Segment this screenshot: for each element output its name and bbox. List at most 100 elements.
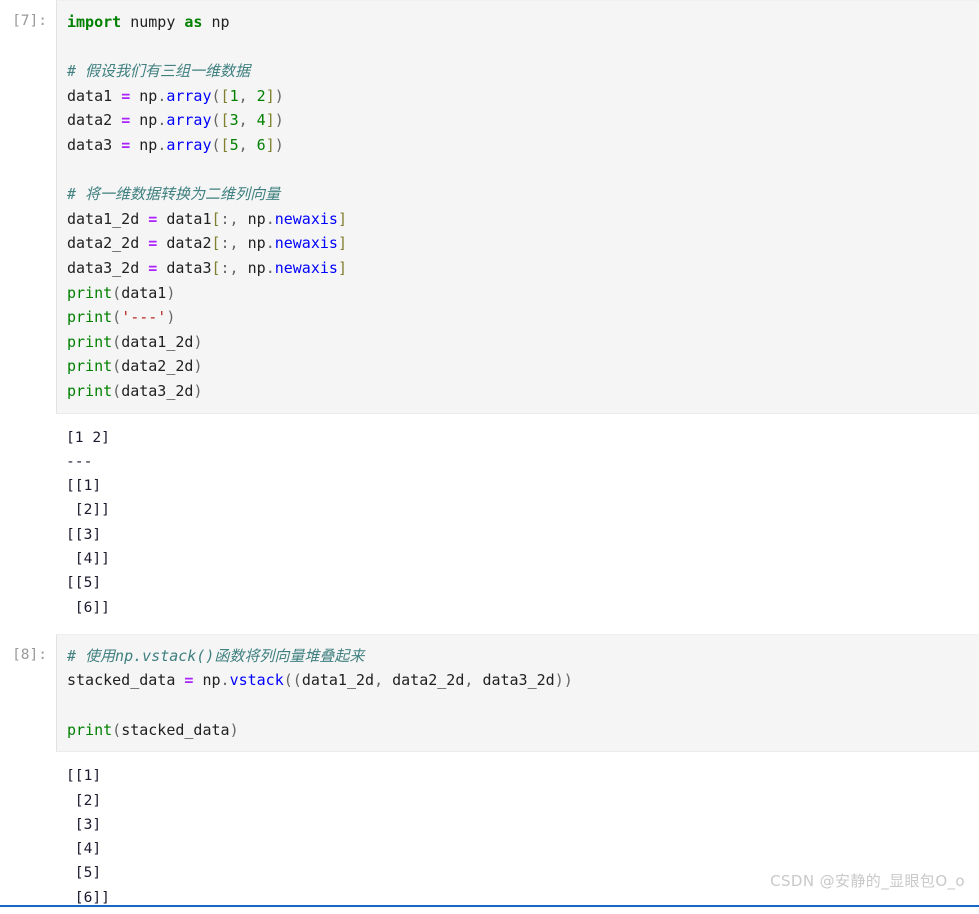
output-line: [[5] bbox=[66, 574, 102, 592]
code-line: import numpy as np bbox=[67, 10, 979, 35]
code-token-name: np bbox=[247, 258, 266, 277]
code-token-comment: # 使用np.vstack()函数将列向量堆叠起来 bbox=[67, 646, 365, 665]
output-line: [2] bbox=[66, 791, 102, 809]
code-editor[interactable]: import numpy as np # 假设我们有三组一维数据 data1 = … bbox=[56, 0, 979, 414]
code-token-func: vstack bbox=[229, 671, 284, 690]
code-token-name: np bbox=[247, 209, 266, 228]
output-line: [[1] bbox=[66, 477, 102, 495]
code-token-name: data1 bbox=[121, 283, 167, 302]
code-token-op: ( bbox=[112, 357, 122, 376]
code-token-brack: [ bbox=[220, 135, 230, 154]
code-token-name: data3_2d bbox=[121, 381, 194, 400]
code-token-op: ( bbox=[211, 111, 221, 130]
code-editor[interactable]: # 使用np.vstack()函数将列向量堆叠起来 stacked_data = … bbox=[56, 633, 979, 753]
code-token-op: ) bbox=[274, 135, 284, 154]
code-token-op: ) bbox=[193, 332, 203, 351]
code-token-op bbox=[202, 13, 211, 31]
code-token-op: . bbox=[157, 86, 167, 105]
code-token-assign: = bbox=[121, 135, 131, 154]
code-line: # 将一维数据转换为二维列向量 bbox=[67, 182, 979, 207]
code-token-name: data2_2d bbox=[121, 357, 194, 376]
output-line: [4]] bbox=[66, 549, 110, 567]
code-token-builtin: print bbox=[67, 381, 113, 400]
code-token-op: , bbox=[238, 86, 257, 105]
code-token-name: numpy bbox=[130, 13, 176, 31]
code-token-name: np bbox=[130, 135, 158, 154]
code-token-op: ( bbox=[112, 308, 122, 327]
output-line: [6]] bbox=[66, 598, 110, 616]
jupyter-notebook: [7]: import numpy as np # 假设我们有三组一维数据 data… bbox=[0, 0, 979, 914]
code-token-op: ) bbox=[166, 308, 176, 327]
execution-count-prompt: [7]: bbox=[12, 13, 47, 29]
code-line: data3 = np.array([5, 6]) bbox=[67, 133, 979, 158]
code-token-op: . bbox=[265, 234, 275, 253]
code-token-name: np bbox=[247, 234, 266, 253]
code-token-name: np bbox=[130, 111, 158, 130]
code-token-num: 2 bbox=[256, 86, 266, 105]
code-token-op: ( bbox=[112, 381, 122, 400]
code-token-name: data1_2d bbox=[301, 671, 375, 690]
stdout-output: [1 2] --- [[1] [2]] [[3] [4]] [[5] [6]] bbox=[56, 419, 979, 624]
notebook-cell-input[interactable]: [7]: import numpy as np # 假设我们有三组一维数据 data… bbox=[0, 0, 979, 414]
notebook-cell-input[interactable]: [8]: # 使用np.vstack()函数将列向量堆叠起来 stacked_dat… bbox=[0, 633, 979, 753]
code-line: print(data2_2d) bbox=[67, 354, 979, 379]
code-token-func: array bbox=[166, 111, 212, 130]
code-token-brack: [ bbox=[220, 111, 230, 130]
code-token-op: :, bbox=[220, 258, 248, 277]
code-token-name: data2 bbox=[67, 111, 122, 130]
code-token-op: . bbox=[220, 671, 230, 690]
code-token-brack: ] bbox=[265, 135, 275, 154]
code-token-func: array bbox=[166, 86, 212, 105]
code-token-op: ) bbox=[166, 283, 176, 302]
code-token-num: 3 bbox=[229, 111, 239, 130]
code-token-name: data2_2d bbox=[392, 671, 465, 690]
code-token-name: data3 bbox=[157, 258, 212, 277]
code-token-num: 4 bbox=[256, 111, 266, 130]
code-line: stacked_data = np.vstack((data1_2d, data… bbox=[67, 668, 979, 693]
code-token-func: newaxis bbox=[274, 258, 338, 277]
code-token-builtin: print bbox=[67, 332, 113, 351]
bottom-rule bbox=[0, 905, 979, 907]
code-token-name: data2_2d bbox=[67, 234, 149, 253]
code-line: data2 = np.array([3, 4]) bbox=[67, 108, 979, 133]
csdn-watermark: CSDN @安静的_显眼包O_o bbox=[770, 872, 965, 890]
code-token-name: np bbox=[130, 86, 158, 105]
output-line: [3] bbox=[66, 815, 102, 833]
code-token-builtin: print bbox=[67, 308, 113, 327]
code-line: data3_2d = data3[:, np.newaxis] bbox=[67, 256, 979, 281]
code-token-func: newaxis bbox=[274, 234, 338, 253]
code-token-name: data3 bbox=[67, 135, 122, 154]
code-token-brack: ] bbox=[265, 86, 275, 105]
code-token-comment: # 假设我们有三组一维数据 bbox=[67, 62, 251, 81]
code-token-op: . bbox=[157, 135, 167, 154]
code-token-op: , bbox=[238, 135, 257, 154]
output-prompt-placeholder bbox=[0, 758, 56, 783]
code-token-op: (( bbox=[283, 671, 302, 690]
code-token-op: , bbox=[464, 671, 483, 690]
code-token-op: :, bbox=[220, 209, 248, 228]
output-prompt-placeholder bbox=[0, 420, 56, 445]
code-token-name: np bbox=[193, 671, 221, 690]
code-token-op: ( bbox=[112, 332, 122, 351]
code-token-op: ) bbox=[193, 357, 203, 376]
code-token-func: array bbox=[166, 135, 212, 154]
code-token-op: ( bbox=[112, 283, 122, 302]
code-token-op: :, bbox=[220, 234, 248, 253]
code-token-op: ) bbox=[193, 381, 203, 400]
code-token-num: 6 bbox=[256, 135, 266, 154]
code-token-brack: [ bbox=[211, 258, 221, 277]
code-token-brack: ] bbox=[337, 209, 347, 228]
code-token-name: data1_2d bbox=[67, 209, 149, 228]
code-token-kw: as bbox=[184, 13, 203, 31]
code-token-func: newaxis bbox=[274, 209, 338, 228]
code-token-num: 5 bbox=[229, 135, 239, 154]
code-token-brack: [ bbox=[211, 234, 221, 253]
code-token-op: )) bbox=[554, 671, 573, 690]
code-token-op: ) bbox=[274, 86, 284, 105]
code-token-kw: import bbox=[67, 13, 122, 31]
code-line: print(data3_2d) bbox=[67, 379, 979, 404]
code-token-brack: [ bbox=[220, 86, 230, 105]
code-token-builtin: print bbox=[67, 720, 113, 739]
notebook-cell-list: [7]: import numpy as np # 假设我们有三组一维数据 data… bbox=[0, 0, 979, 914]
